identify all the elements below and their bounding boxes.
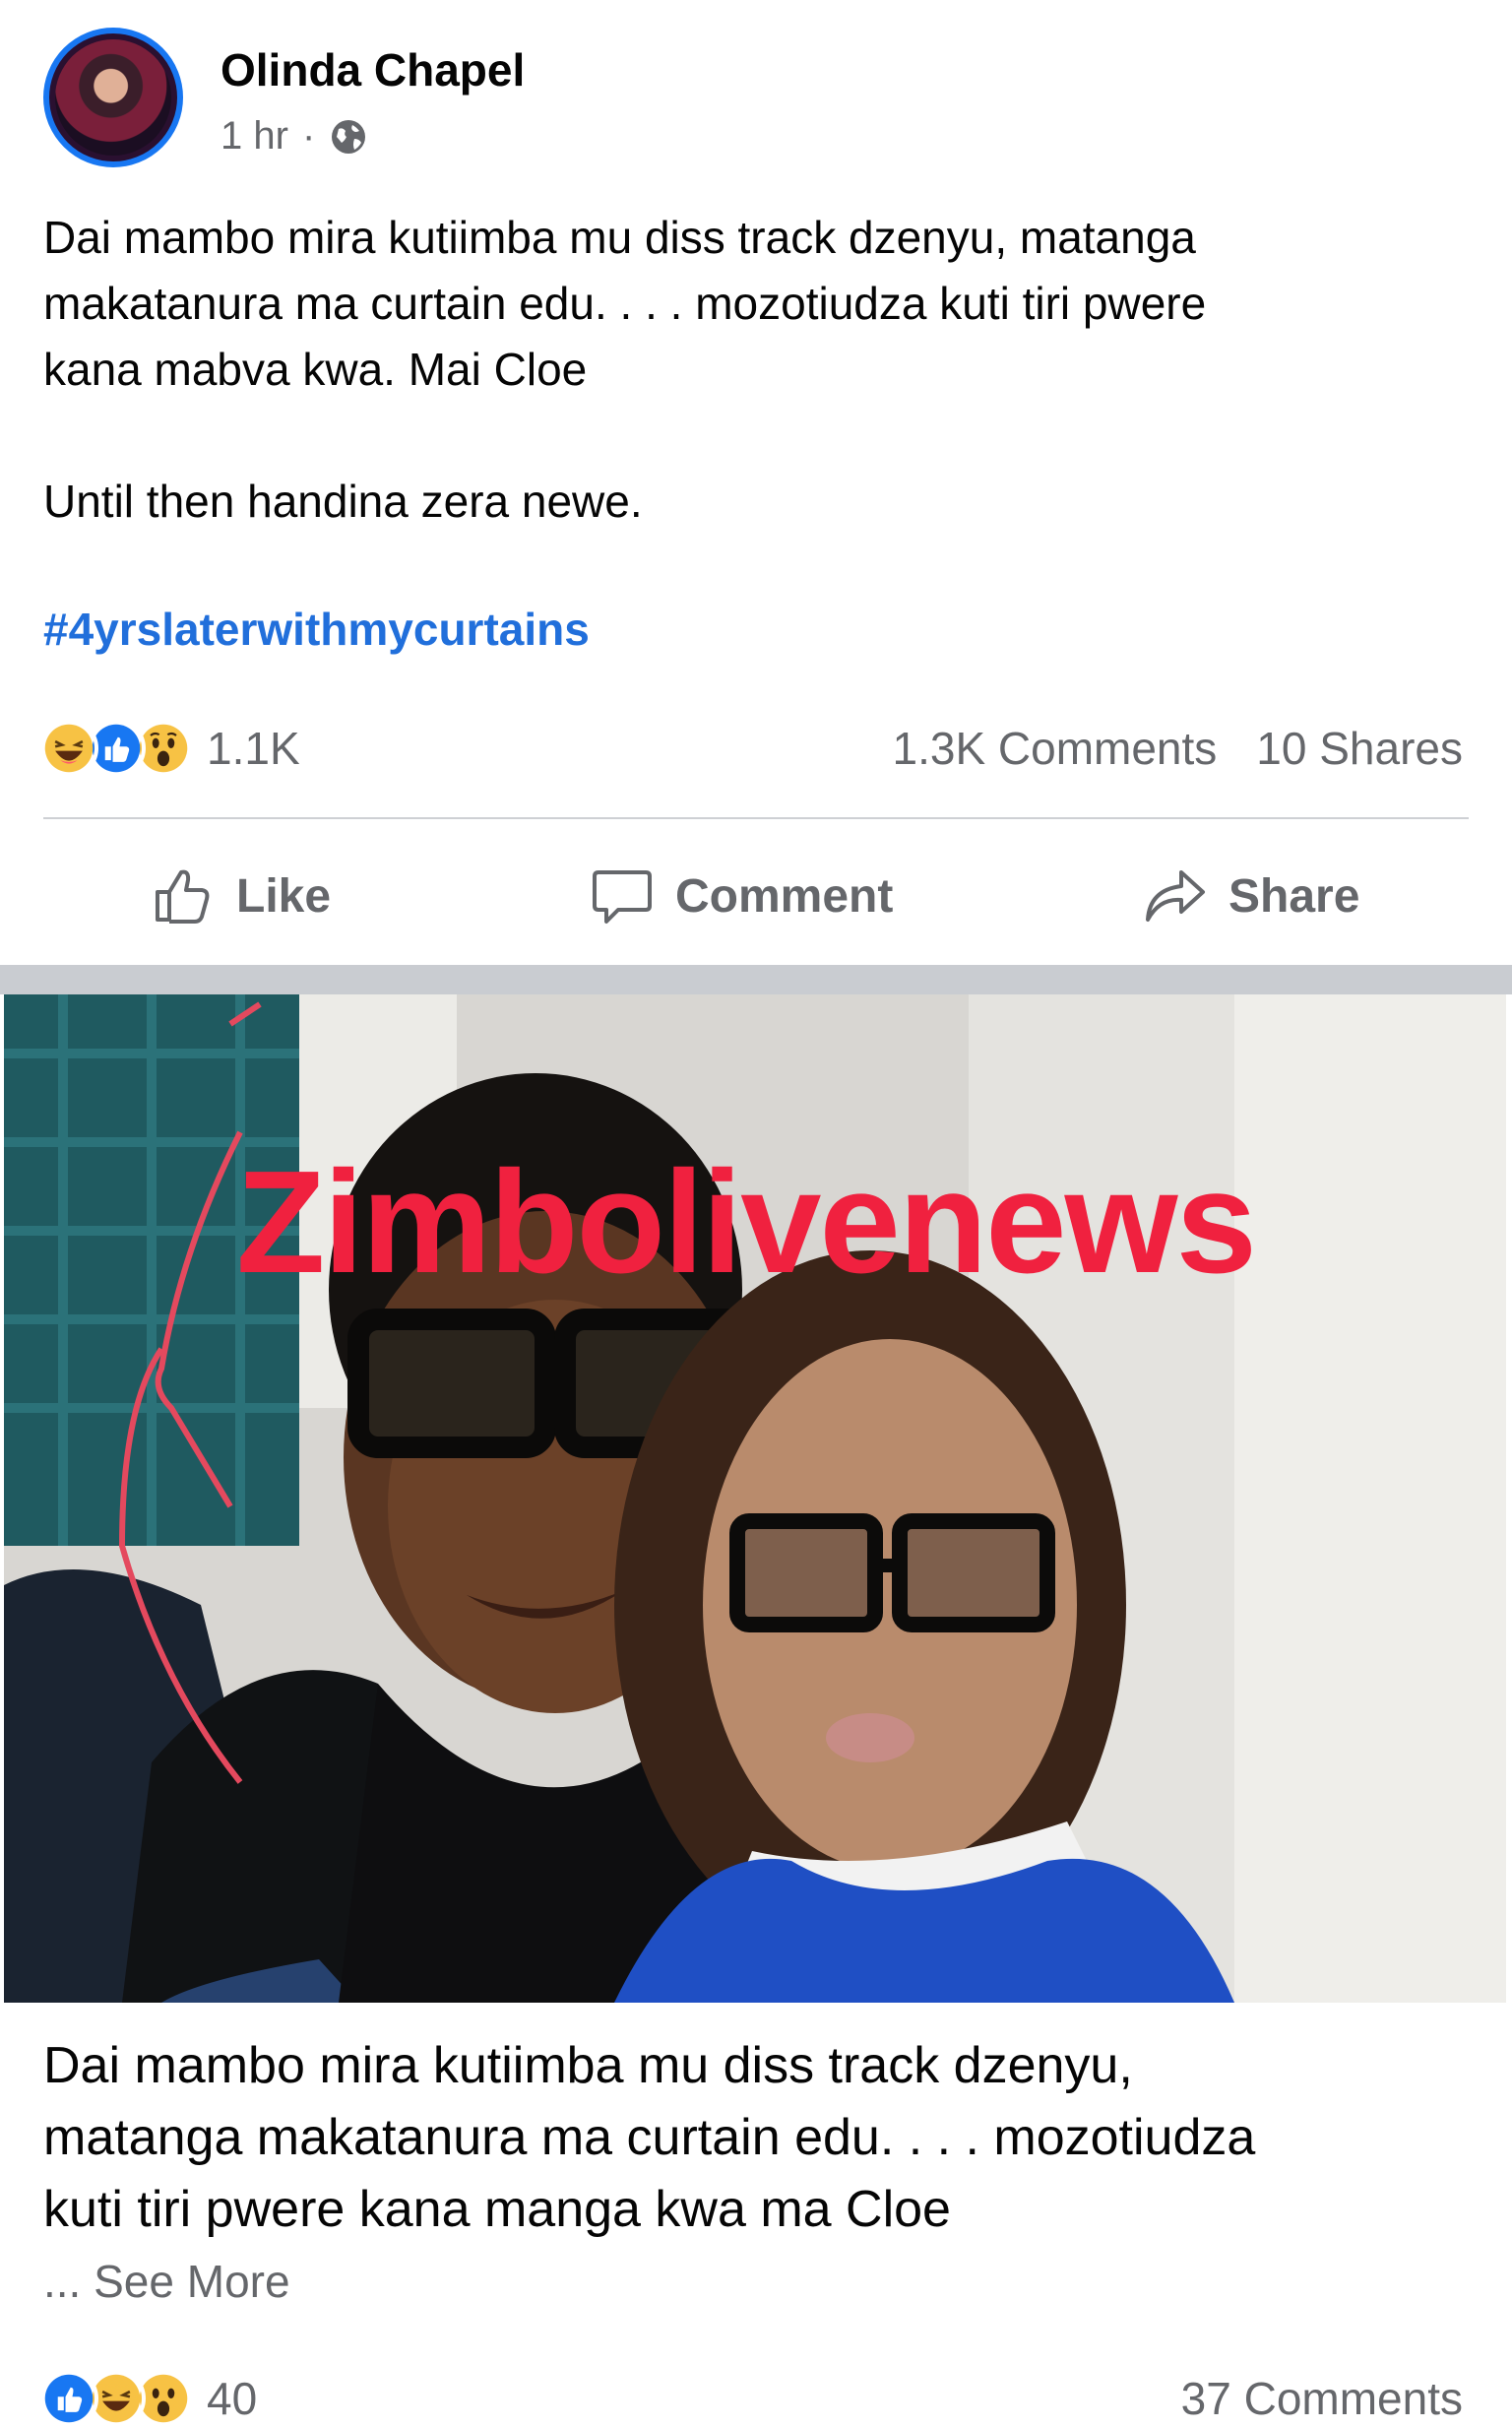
author-avatar[interactable] [43, 28, 183, 167]
divider [43, 817, 1469, 819]
caption-line: kuti tiri pwere kana manga kwa ma Cloe [43, 2181, 951, 2238]
haha-icon [39, 719, 98, 778]
thumbs-up-icon [156, 869, 210, 924]
post-body-line: Dai mambo mira kutiimba mu diss track dz… [43, 212, 1196, 263]
reaction-summary[interactable]: 1.1K [39, 719, 300, 778]
comment-label: Comment [675, 869, 894, 923]
post-header: Olinda Chapel 1 hr · [43, 28, 1471, 175]
shared-caption: Dai mambo mira kutiimba mu diss track dz… [43, 2030, 1471, 2246]
comment-icon [593, 870, 652, 924]
shares-count[interactable]: 10 Shares [1256, 719, 1463, 778]
like-label: Like [236, 869, 332, 923]
section-separator [0, 965, 1512, 994]
share-label: Share [1228, 869, 1360, 923]
shared-reaction-count: 40 [207, 2373, 258, 2424]
share-icon [1146, 870, 1205, 922]
post-stats: 1.3K Comments 10 Shares [893, 719, 1464, 778]
caption-line: Dai mambo mira kutiimba mu diss track dz… [43, 2037, 1133, 2094]
like-icon [39, 2369, 98, 2428]
globe-icon[interactable] [329, 117, 368, 157]
shared-reaction-summary[interactable]: 40 [39, 2369, 257, 2428]
action-bar: Like Comment Share [0, 847, 1512, 945]
author-name[interactable]: Olinda Chapel [220, 43, 525, 96]
comment-button[interactable]: Comment [589, 847, 893, 945]
watermark-text: Zimbolivenews [236, 1141, 1257, 1304]
meta-separator: · [301, 114, 316, 158]
see-more-link[interactable]: ... See More [43, 2255, 290, 2308]
share-button[interactable]: Share [1142, 847, 1359, 945]
post-meta: 1 hr · [220, 114, 368, 159]
comments-count[interactable]: 1.3K Comments [893, 719, 1218, 778]
hashtag-link[interactable]: #4yrslaterwithmycurtains [43, 603, 590, 656]
like-button[interactable]: Like [150, 847, 331, 945]
post-time[interactable]: 1 hr [220, 114, 288, 159]
reaction-count: 1.1K [207, 723, 300, 774]
post-body-line: makatanura ma curtain edu. . . . mozotiu… [43, 278, 1207, 329]
caption-line: matanga makatanura ma curtain edu. . . .… [43, 2109, 1256, 2166]
post-body-line: kana mabva kwa. Mai Cloe [43, 344, 588, 395]
post-body-line: Until then handina zera newe. [43, 476, 643, 527]
shared-comments-count[interactable]: 37 Comments [1181, 2369, 1463, 2428]
